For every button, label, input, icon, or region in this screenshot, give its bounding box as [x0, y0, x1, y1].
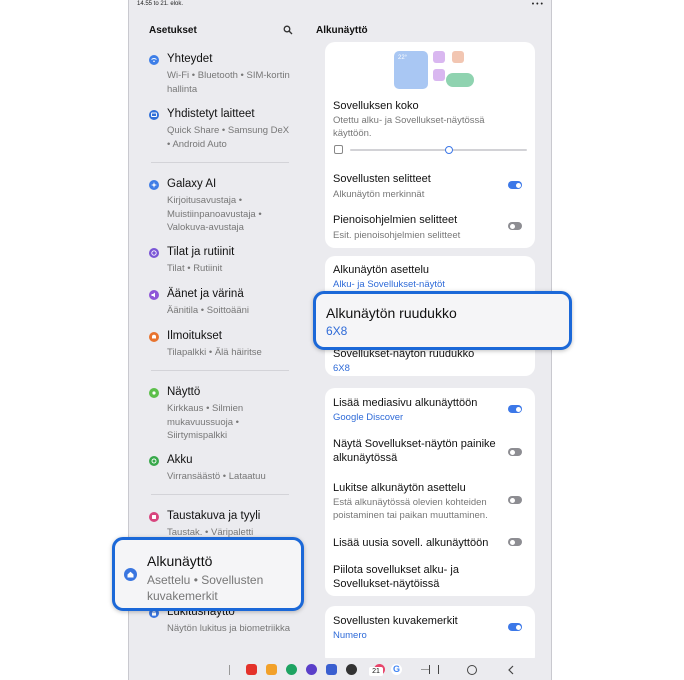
media-page-toggle[interactable] [508, 405, 522, 413]
highlight-subtitle: Asettelu • Sovellusten kuvakemerkit [147, 573, 264, 603]
sun-icon [149, 388, 159, 398]
wifi-icon [149, 55, 159, 65]
app-labels-title: Sovellusten selitteet [333, 173, 431, 185]
recents-button[interactable] [429, 665, 439, 674]
sidebar-item-title: Galaxy AI [167, 178, 217, 190]
badges-toggle[interactable] [508, 623, 522, 631]
weather-widget-preview: 22° [394, 51, 428, 89]
status-bar-right: • • • [531, 1, 543, 8]
google-app-icon[interactable]: G [391, 664, 402, 675]
widget-preview [446, 73, 474, 87]
app-labels-toggle[interactable] [508, 181, 522, 189]
lock-layout-title: Lukitse alkunäytön asettelu [333, 482, 466, 494]
sidebar-item-title: Tilat ja rutiinit [167, 246, 235, 258]
hide-apps-title: Piilota sovellukset alku- ja Sovellukset… [333, 564, 459, 590]
app-size-slider[interactable] [350, 146, 527, 154]
lock-layout-toggle[interactable] [508, 496, 522, 504]
sidebar-item-title: Ilmoitukset [167, 330, 222, 342]
sparkle-icon [149, 180, 159, 190]
sidebar-item-title: Äänet ja värinä [167, 288, 244, 300]
sidebar-item-subtitle: Äänitila • Soittoääni [167, 305, 250, 316]
divider [151, 370, 289, 371]
divider [151, 494, 289, 495]
bell-icon [149, 332, 159, 342]
highlight-grid-title: Alkunäytön ruudukko [326, 305, 457, 321]
page-title: Alkunäyttö [316, 25, 368, 36]
sidebar-item-subtitle: Virransäästö • Lataatuu [167, 471, 266, 482]
camera-app-icon[interactable] [346, 664, 357, 675]
back-icon[interactable] [507, 665, 515, 675]
highlight-title: Alkunäyttö [147, 553, 213, 569]
navigation-bar: 21 G [129, 658, 551, 680]
layout-value: Alku- ja Sovellukset-näytöt [333, 279, 445, 290]
home-button[interactable] [467, 665, 477, 675]
sidebar-item-subtitle: Kirkkaus • Silmien mukavuussuoja • Siirt… [167, 403, 244, 441]
layout-title: Alkunäytön asettelu [333, 264, 430, 276]
lock-layout-subtitle: Estä alkunäytössä olevien kohteiden pois… [333, 497, 488, 521]
divider [151, 162, 289, 163]
palette-icon [149, 512, 159, 522]
sidebar-item-title: Yhdistetyt laitteet [167, 108, 255, 120]
sidebar-item-subtitle: Tilat • Rutiinit [167, 263, 223, 274]
sidebar-item-title: Akku [167, 454, 193, 466]
app-icon-purple[interactable] [306, 664, 317, 675]
sidebar-item-subtitle: Näytön lukitus ja biometriikka [167, 623, 291, 634]
preview-clock: 22° [398, 55, 408, 61]
battery-icon [149, 456, 159, 466]
badges-title: Sovellusten kuvakemerkit [333, 615, 458, 627]
home-icon [124, 568, 137, 581]
home-screen-card: 22° Sovelluksen koko Otettu alku- ja Sov… [325, 42, 535, 248]
sidebar-item-title: Näyttö [167, 386, 201, 398]
app-icon-red[interactable] [246, 664, 257, 675]
options-card: Lisää mediasivu alkunäyttöön Google Disc… [325, 388, 535, 596]
widget-labels-toggle[interactable] [508, 222, 522, 230]
app-labels-subtitle: Alkunäytön merkinnät [333, 189, 425, 200]
devices-icon [149, 110, 159, 120]
widget-labels-subtitle: Esit. pienoisohjelmien selitteet [333, 230, 461, 241]
add-new-toggle[interactable] [508, 538, 522, 546]
sidebar-item-title: Taustakuva ja tyyli [167, 510, 261, 522]
highlighted-sidebar-item-home-screen[interactable]: Alkunäyttö Asettelu • Sovellusten kuvake… [112, 537, 304, 611]
app-icon-preview [433, 51, 445, 63]
apps-button-toggle[interactable] [508, 448, 522, 456]
app-size-title: Sovelluksen koko [333, 100, 419, 112]
sidebar-item-title: Yhteydet [167, 53, 213, 65]
app-icon-preview [433, 69, 445, 81]
app-icon-orange[interactable] [266, 664, 277, 675]
speaker-icon [149, 290, 159, 300]
app-icon-blue[interactable] [326, 664, 337, 675]
settings-title: Asetukset [149, 25, 197, 36]
highlight-grid-value: 6X8 [326, 324, 348, 338]
badges-value: Numero [333, 630, 367, 641]
badges-card: Sovellusten kuvakemerkit Numero [325, 606, 535, 666]
phone-app-icon[interactable] [286, 664, 297, 675]
sidebar-item-subtitle: Tilapalkki • Älä häiritse [167, 347, 262, 358]
app-size-subtitle: Otettu alku- ja Sovellukset-näytössä käy… [333, 115, 485, 139]
media-page-value: Google Discover [333, 412, 404, 423]
search-icon[interactable] [283, 25, 293, 35]
sidebar-item-subtitle: Kirjoitusavustaja • Muistiinpanoavustaja… [167, 195, 262, 233]
sidebar-item-subtitle: Quick Share • Samsung DeX • Android Auto [167, 125, 290, 150]
app-icon-preview [452, 51, 464, 63]
add-new-title: Lisää uusia sovell. alkunäyttöön [333, 537, 489, 549]
small-size-icon [334, 145, 343, 154]
calendar-app-icon[interactable]: 21 [369, 667, 383, 676]
routine-icon [149, 248, 159, 258]
widget-labels-title: Pienoisohjelmien selitteet [333, 214, 458, 226]
divider [229, 665, 230, 675]
slider-handle[interactable] [445, 146, 454, 154]
media-page-title: Lisää mediasivu alkunäyttöön [333, 397, 478, 409]
apps-button-title: Näytä Sovellukset-näytön painike alkunäy… [333, 438, 496, 464]
status-bar-left: 14.55 to 21. elok. [137, 1, 184, 7]
highlighted-home-screen-grid[interactable]: Alkunäytön ruudukko 6X8 [313, 291, 572, 350]
sidebar-item-subtitle: Wi-Fi • Bluetooth • SIM-kortin hallinta [167, 70, 290, 95]
apps-grid-value: 6X8 [333, 363, 350, 374]
